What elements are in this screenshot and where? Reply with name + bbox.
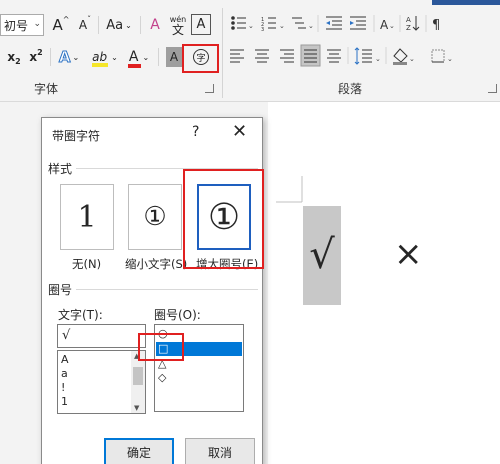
ribbon: 初号 ⌄ A ^ Aˇ Aa ⌄ A wén 文 A x2 x2 A ⌄ ab ⌄ A bbox=[0, 0, 500, 102]
list-item[interactable]: a bbox=[61, 368, 68, 380]
list-item[interactable]: ! bbox=[61, 382, 65, 394]
font-color-button[interactable]: A ⌄ bbox=[124, 46, 154, 68]
subscript-mark: 2 bbox=[15, 56, 21, 66]
text-effect-icon: A bbox=[58, 48, 71, 67]
close-icon[interactable]: ✕ bbox=[232, 121, 247, 142]
list-item[interactable]: 1 bbox=[61, 396, 68, 408]
scroll-down-icon[interactable]: ▼ bbox=[134, 404, 139, 412]
text-list[interactable]: A a ! 1 ▲ ▼ bbox=[57, 350, 146, 414]
style-section-label: 样式 bbox=[48, 162, 73, 176]
style-none-option[interactable]: 1 bbox=[60, 184, 114, 250]
font-group-label: 字体 bbox=[34, 82, 59, 96]
style-shrink-label: 缩小文字(S) bbox=[125, 257, 188, 271]
enclosure-label: 圈号(O): bbox=[154, 308, 201, 322]
svg-text:⌄: ⌄ bbox=[308, 22, 314, 30]
svg-text:⌄: ⌄ bbox=[375, 55, 381, 63]
style-shrink-text-option[interactable]: ① bbox=[128, 184, 182, 250]
shrink-font-icon: A bbox=[78, 18, 88, 32]
ok-button[interactable]: 确定 bbox=[104, 438, 174, 464]
text-label: 文字(T): bbox=[58, 308, 103, 322]
subscript-button[interactable]: x2 bbox=[4, 46, 24, 68]
character-border-button[interactable]: A bbox=[191, 14, 211, 35]
svg-text:⌄: ⌄ bbox=[248, 22, 254, 30]
cancel-button[interactable]: 取消 bbox=[185, 438, 255, 464]
svg-text:A: A bbox=[406, 16, 411, 24]
change-case-icon: Aa bbox=[106, 17, 124, 33]
shrink-font-button[interactable]: Aˇ bbox=[74, 14, 96, 36]
text-input[interactable]: √ bbox=[57, 324, 146, 348]
font-color-icon: A bbox=[128, 49, 139, 65]
text-effect-button[interactable]: A ⌄ bbox=[54, 46, 84, 68]
character-shading-button[interactable]: A bbox=[166, 47, 182, 67]
text-input-value: √ bbox=[62, 328, 71, 343]
separator bbox=[50, 48, 51, 66]
scroll-thumb[interactable] bbox=[133, 367, 143, 385]
section-divider bbox=[76, 289, 258, 290]
highlight-box-enclose-button bbox=[182, 44, 219, 73]
style-shrink-preview: ① bbox=[143, 202, 167, 232]
font-color-bar bbox=[127, 64, 141, 68]
font-dialog-launcher-icon[interactable] bbox=[205, 84, 214, 93]
enclosure-section-label: 圈号 bbox=[48, 283, 73, 297]
character-shading-icon: A bbox=[169, 50, 179, 64]
phonetic-guide-button[interactable]: wén 文 bbox=[168, 12, 188, 38]
change-case-button[interactable]: Aa ⌄ bbox=[102, 14, 136, 36]
grow-font-button[interactable]: A ^ bbox=[50, 14, 72, 36]
grow-font-icon: A bbox=[52, 16, 63, 34]
highlight-color-bar bbox=[92, 63, 109, 67]
highlight-box-square-enclosure bbox=[138, 333, 184, 361]
highlight-button[interactable]: ab ⌄ bbox=[88, 46, 122, 68]
font-size-value: 初号 bbox=[4, 18, 29, 33]
help-button[interactable]: ? bbox=[192, 124, 199, 140]
svg-text:A: A bbox=[380, 18, 389, 32]
document-page[interactable]: √ × bbox=[268, 102, 500, 464]
style-none-preview: 1 bbox=[77, 199, 97, 235]
paragraph-group-label: 段落 bbox=[338, 82, 363, 96]
style-none-label: 无(N) bbox=[72, 257, 102, 271]
clear-format-button[interactable]: A bbox=[144, 14, 166, 36]
margin-corner-mark bbox=[276, 176, 303, 203]
svg-text:3: 3 bbox=[261, 27, 264, 33]
separator bbox=[98, 16, 99, 34]
svg-text:⌄: ⌄ bbox=[389, 22, 395, 30]
character-border-icon: A bbox=[196, 17, 206, 32]
check-mark-text: √ bbox=[309, 232, 335, 278]
clear-format-icon: A bbox=[150, 17, 160, 33]
svg-text:⌄: ⌄ bbox=[409, 55, 415, 63]
paragraph-toolbar-icons: ⌄ 123 ⌄ ⌄ A ⌄ AZ ¶ ⌄ ⌄ ⌄ bbox=[230, 15, 453, 67]
svg-text:⌄: ⌄ bbox=[447, 55, 453, 63]
phonetic-guide-char: 文 bbox=[171, 23, 184, 37]
cross-mark-text: × bbox=[394, 234, 423, 274]
list-item[interactable]: ◇ bbox=[158, 372, 166, 384]
paragraph-dialog-launcher-icon[interactable] bbox=[488, 84, 497, 93]
svg-text:⌄: ⌄ bbox=[279, 22, 285, 30]
superscript-icon: x bbox=[29, 50, 38, 64]
font-size-select[interactable]: 初号 ⌄ bbox=[0, 14, 44, 36]
separator bbox=[140, 16, 141, 34]
highlight-box-enlarge-style bbox=[183, 169, 264, 269]
dialog-title: 带圈字符 bbox=[52, 129, 101, 143]
separator bbox=[158, 48, 159, 66]
subscript-icon: x bbox=[7, 50, 16, 64]
svg-text:¶: ¶ bbox=[432, 18, 440, 33]
group-separator bbox=[222, 8, 223, 98]
superscript-button[interactable]: x2 bbox=[26, 46, 46, 68]
chevron-down-icon: ⌄ bbox=[33, 19, 41, 29]
superscript-mark: 2 bbox=[37, 47, 43, 57]
highlight-icon: ab bbox=[92, 50, 108, 64]
title-bar-strip bbox=[432, 0, 500, 5]
list-item[interactable]: A bbox=[61, 354, 69, 366]
svg-text:Z: Z bbox=[406, 24, 411, 32]
